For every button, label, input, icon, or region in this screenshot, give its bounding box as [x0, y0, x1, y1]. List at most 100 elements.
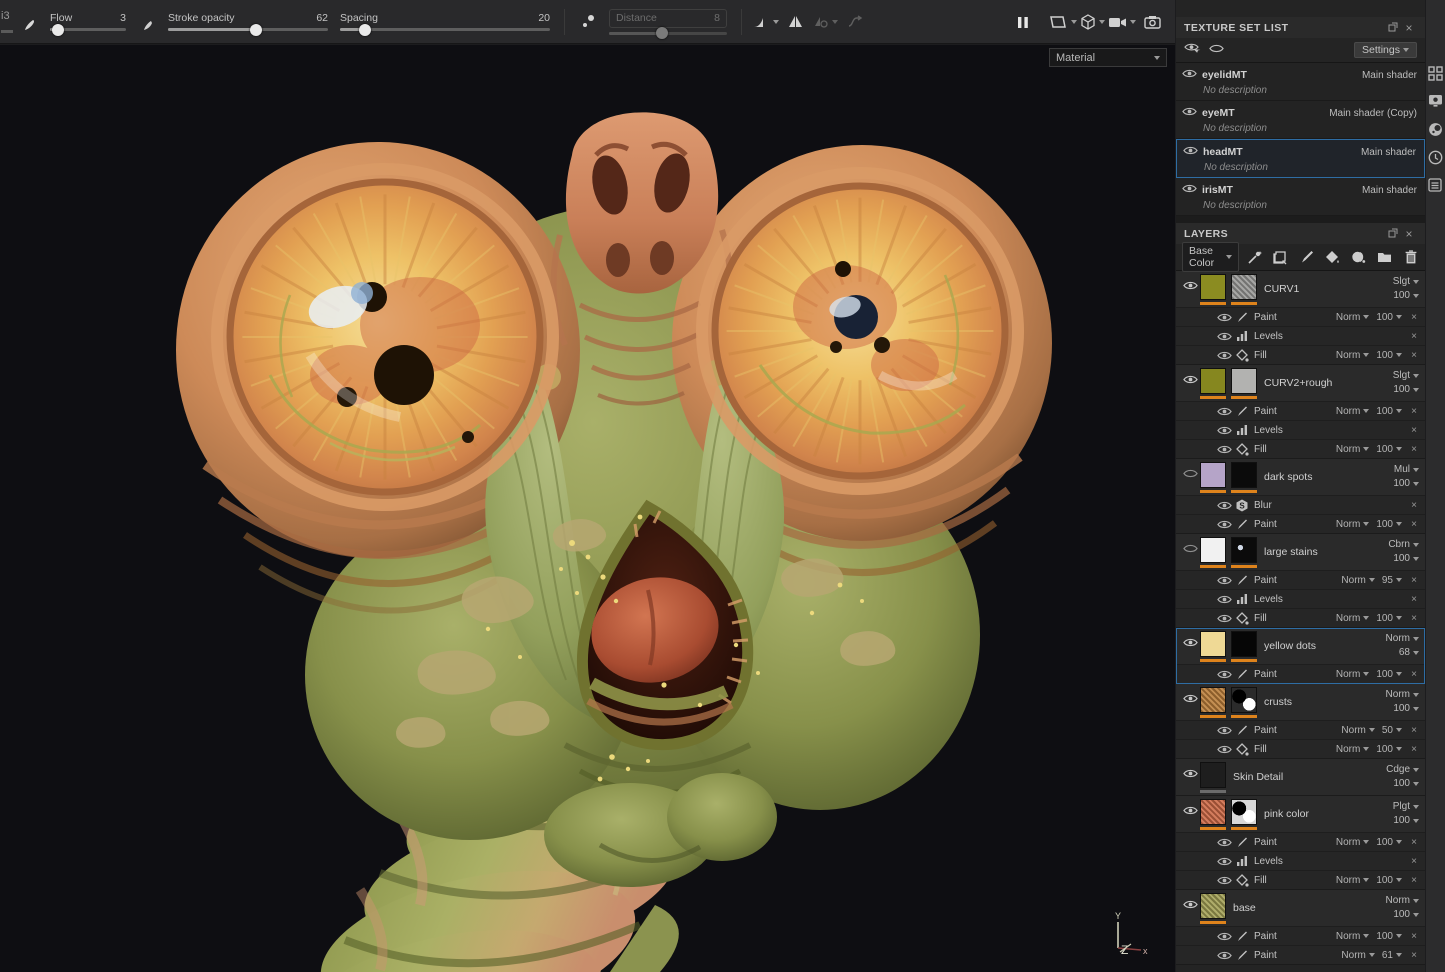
- effect-blend-mode-dropdown[interactable]: Norm: [1336, 931, 1369, 942]
- solo-visibility-icon[interactable]: [1209, 41, 1224, 59]
- effect-opacity-dropdown[interactable]: 100: [1376, 669, 1402, 680]
- remove-effect-icon[interactable]: ×: [1409, 331, 1419, 342]
- effect-visibility-icon[interactable]: [1216, 725, 1232, 736]
- camera-view-icon[interactable]: [1110, 10, 1134, 34]
- undock-panel-icon[interactable]: [1385, 21, 1401, 35]
- layer-opacity-dropdown[interactable]: 100: [1393, 815, 1419, 826]
- effect-blend-mode-dropdown[interactable]: Norm: [1336, 875, 1369, 886]
- layer-visibility-icon[interactable]: [1180, 687, 1200, 704]
- delete-layer-icon[interactable]: [1402, 249, 1419, 266]
- effect-row-paint[interactable]: PaintNorm61×: [1176, 945, 1425, 964]
- effect-row-levels[interactable]: Levels×: [1176, 326, 1425, 345]
- layer-row[interactable]: pink colorPlgt100: [1176, 796, 1425, 832]
- remove-effect-icon[interactable]: ×: [1409, 856, 1419, 867]
- viewport-shading-dropdown[interactable]: Material: [1049, 48, 1167, 67]
- effect-visibility-icon[interactable]: [1216, 425, 1232, 436]
- layer-content-thumbnail[interactable]: [1200, 631, 1226, 662]
- 3d-viewport[interactable]: Material Y Z x: [0, 45, 1175, 972]
- creature-3d-model[interactable]: [0, 45, 1175, 972]
- layer-content-thumbnail[interactable]: [1200, 368, 1226, 399]
- remove-effect-icon[interactable]: ×: [1409, 669, 1419, 680]
- layer-blend-mode-dropdown[interactable]: Mul: [1394, 464, 1419, 475]
- layer-content-thumbnail[interactable]: [1200, 462, 1226, 493]
- layer-row[interactable]: baseNorm100: [1176, 890, 1425, 926]
- spacing-slider[interactable]: [340, 28, 550, 31]
- effect-visibility-icon[interactable]: [1216, 856, 1232, 867]
- layer-yellow-dots[interactable]: yellow dotsNorm68PaintNorm100×: [1176, 628, 1425, 684]
- remove-effect-icon[interactable]: ×: [1409, 950, 1419, 961]
- effect-opacity-dropdown[interactable]: 100: [1376, 444, 1402, 455]
- layer-opacity-dropdown[interactable]: 100: [1393, 384, 1419, 395]
- effect-opacity-dropdown[interactable]: 100: [1376, 350, 1402, 361]
- remove-effect-icon[interactable]: ×: [1409, 575, 1419, 586]
- layer-visibility-icon[interactable]: [1180, 274, 1200, 291]
- texture-set-shader[interactable]: Main shader: [1361, 147, 1416, 158]
- effect-row-fill[interactable]: FillNorm100×: [1176, 870, 1425, 889]
- effect-blend-mode-dropdown[interactable]: Norm: [1336, 519, 1369, 530]
- effect-row-paint[interactable]: PaintNorm100×: [1176, 664, 1425, 683]
- layer-opacity-dropdown[interactable]: 100: [1393, 778, 1419, 789]
- stroke-opacity-value[interactable]: 62: [316, 12, 328, 24]
- remove-effect-icon[interactable]: ×: [1409, 613, 1419, 624]
- add-effect-icon[interactable]: [1246, 249, 1263, 266]
- close-layers-icon[interactable]: ×: [1401, 227, 1417, 241]
- effect-blend-mode-dropdown[interactable]: Norm: [1336, 744, 1369, 755]
- remove-effect-icon[interactable]: ×: [1409, 350, 1419, 361]
- effect-opacity-dropdown[interactable]: 95: [1382, 575, 1402, 586]
- effect-visibility-icon[interactable]: [1216, 331, 1232, 342]
- effect-row-paint[interactable]: PaintNorm95×: [1176, 570, 1425, 589]
- effect-blend-mode-dropdown[interactable]: Norm: [1336, 613, 1369, 624]
- close-panel-icon[interactable]: ×: [1401, 21, 1417, 35]
- effect-blend-mode-dropdown[interactable]: Norm: [1341, 575, 1374, 586]
- layer-opacity-dropdown[interactable]: 68: [1399, 647, 1419, 658]
- texture-set-settings-icon[interactable]: [1428, 178, 1443, 193]
- layer-content-thumbnail[interactable]: [1200, 799, 1226, 830]
- stroke-opacity-slider[interactable]: [168, 28, 328, 31]
- effect-visibility-icon[interactable]: [1216, 500, 1232, 511]
- undock-layers-icon[interactable]: [1385, 227, 1401, 241]
- flow-value[interactable]: 3: [120, 12, 126, 24]
- effect-visibility-icon[interactable]: [1216, 444, 1232, 455]
- layer-large-stains[interactable]: large stainsCbrn100PaintNorm95×Levels×Fi…: [1176, 534, 1425, 628]
- layer-opacity-dropdown[interactable]: 100: [1393, 553, 1419, 564]
- flow-slider[interactable]: [50, 28, 126, 31]
- layer-row[interactable]: large stainsCbrn100: [1176, 534, 1425, 570]
- effect-row-paint[interactable]: PaintNorm100×: [1176, 307, 1425, 326]
- effect-row-fill[interactable]: FillNorm100×: [1176, 608, 1425, 627]
- layer-mask-thumbnail[interactable]: [1231, 799, 1257, 830]
- layer-row[interactable]: dark spotsMul100: [1176, 459, 1425, 495]
- add-fill-layer-icon[interactable]: [1324, 249, 1341, 266]
- effect-row-fill[interactable]: FillNorm100×: [1176, 439, 1425, 458]
- layer-row[interactable]: Skin DetailCdge100: [1176, 759, 1425, 795]
- effect-row-paint[interactable]: PaintNorm100×: [1176, 401, 1425, 420]
- effect-blend-mode-dropdown[interactable]: Norm: [1336, 406, 1369, 417]
- remove-effect-icon[interactable]: ×: [1409, 837, 1419, 848]
- texture-set-shader[interactable]: Main shader: [1362, 70, 1417, 81]
- effect-row-levels[interactable]: Levels×: [1176, 589, 1425, 608]
- layer-blend-mode-dropdown[interactable]: Cbrn: [1388, 539, 1419, 550]
- effect-visibility-icon[interactable]: [1216, 350, 1232, 361]
- layer-mask-thumbnail[interactable]: [1231, 368, 1257, 399]
- layer-mask-thumbnail[interactable]: [1231, 274, 1257, 305]
- layer-visibility-icon[interactable]: [1180, 368, 1200, 385]
- layer-dark-spots[interactable]: dark spotsMul100SBlur×PaintNorm100×: [1176, 459, 1425, 534]
- add-smart-material-icon[interactable]: [1272, 249, 1289, 266]
- layer-visibility-icon[interactable]: [1180, 462, 1200, 479]
- layer-row[interactable]: crustsNorm100: [1176, 684, 1425, 720]
- remove-effect-icon[interactable]: ×: [1409, 519, 1419, 530]
- effect-opacity-dropdown[interactable]: 100: [1376, 312, 1402, 323]
- layer-content-thumbnail[interactable]: [1200, 762, 1226, 793]
- layer-blend-mode-dropdown[interactable]: Slgt: [1393, 370, 1419, 381]
- remove-effect-icon[interactable]: ×: [1409, 744, 1419, 755]
- layer-visibility-icon[interactable]: [1180, 537, 1200, 554]
- effect-blend-mode-dropdown[interactable]: Norm: [1336, 350, 1369, 361]
- texture-set-shader[interactable]: Main shader (Copy): [1329, 108, 1417, 119]
- layer-Skin-Detail[interactable]: Skin DetailCdge100: [1176, 759, 1425, 796]
- screenshot-icon[interactable]: [1140, 10, 1164, 34]
- effect-opacity-dropdown[interactable]: 61: [1382, 950, 1402, 961]
- layer-mask-thumbnail[interactable]: [1231, 537, 1257, 568]
- effect-visibility-icon[interactable]: [1216, 875, 1232, 886]
- layer-row[interactable]: yellow dotsNorm68: [1176, 628, 1425, 664]
- effect-opacity-dropdown[interactable]: 100: [1376, 519, 1402, 530]
- visibility-eye-icon[interactable]: [1182, 104, 1197, 122]
